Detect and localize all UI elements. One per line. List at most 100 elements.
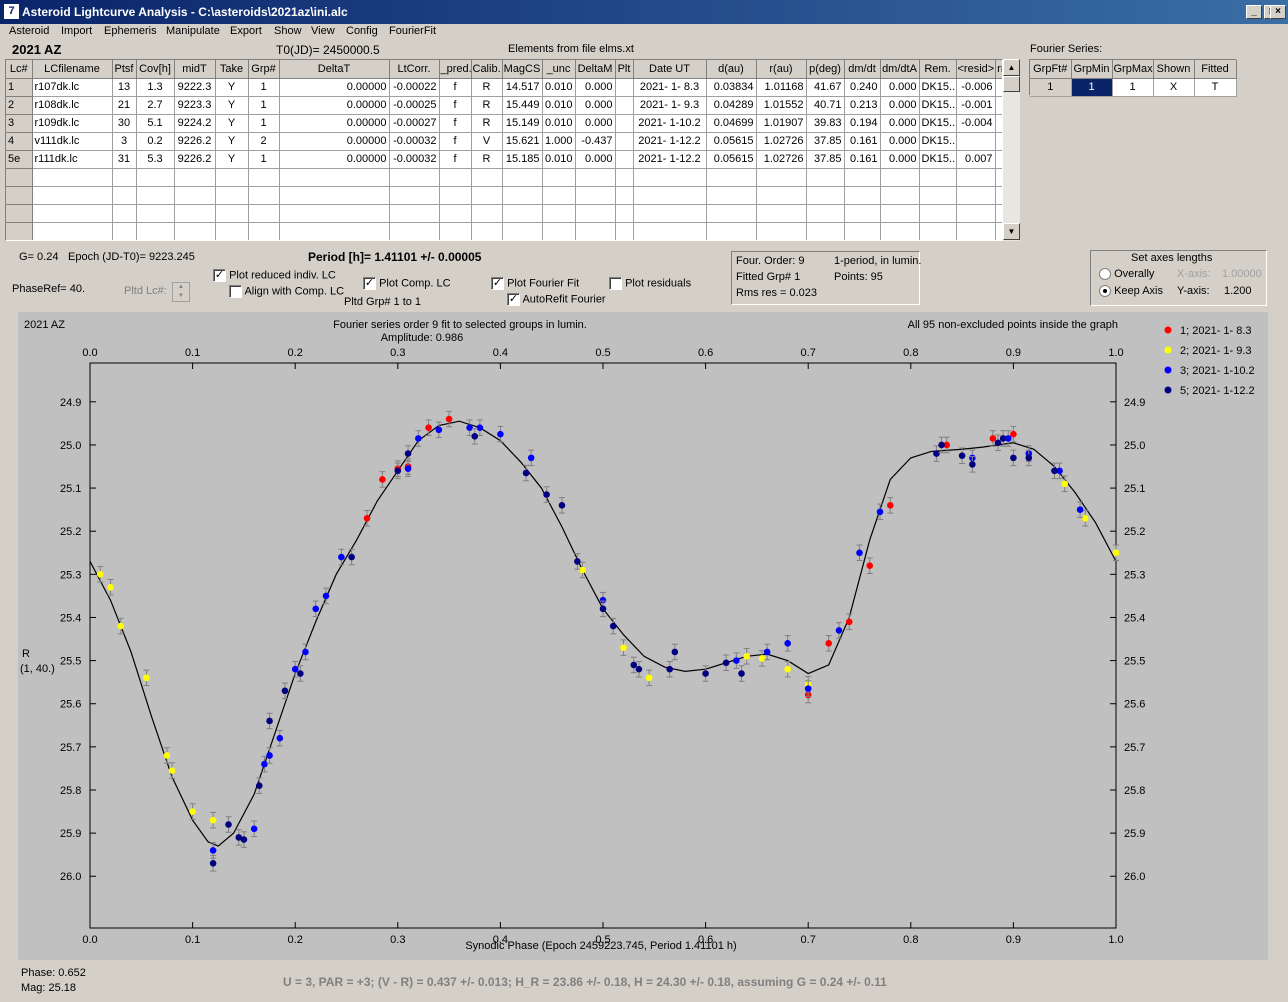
table-row[interactable] bbox=[6, 204, 1002, 223]
table-cell[interactable] bbox=[615, 96, 634, 115]
table-cell[interactable]: 0.161 bbox=[844, 150, 881, 169]
table-cell[interactable]: Y bbox=[215, 114, 249, 133]
table-cell[interactable]: -0.00025 bbox=[389, 96, 440, 115]
table-cell[interactable]: -0.437 bbox=[575, 132, 616, 151]
table-row[interactable]: 3 r109dk.lc 30 5.1 9224.2 Y 1 0.00000 -0.00027 f R… bbox=[6, 114, 1002, 133]
table-cell[interactable]: 41.67 bbox=[806, 78, 845, 97]
table-cell[interactable] bbox=[756, 222, 807, 240]
table-cell[interactable] bbox=[215, 222, 249, 240]
table-cell[interactable]: 0.00000 bbox=[279, 78, 390, 97]
table-cell[interactable]: R bbox=[471, 78, 503, 97]
table-cell[interactable]: 0.05615 bbox=[706, 132, 757, 151]
keep-axis-radio[interactable] bbox=[1099, 285, 1111, 298]
table-cell[interactable] bbox=[633, 222, 707, 240]
fourier-column-header[interactable]: Shown bbox=[1153, 60, 1195, 79]
table-cell[interactable]: 40.71 bbox=[806, 96, 845, 115]
table-cell[interactable]: 15.185 bbox=[502, 150, 543, 169]
table-cell[interactable] bbox=[112, 186, 137, 205]
table-cell[interactable] bbox=[575, 204, 616, 223]
table-cell[interactable] bbox=[706, 204, 757, 223]
table-cell[interactable]: V bbox=[471, 132, 503, 151]
column-header[interactable]: Calib. bbox=[471, 60, 503, 79]
table-cell[interactable] bbox=[32, 222, 113, 240]
table-cell[interactable] bbox=[248, 222, 280, 240]
table-cell[interactable]: DK15.. bbox=[919, 114, 957, 133]
table-cell[interactable] bbox=[756, 168, 807, 187]
plot-fourier-option[interactable]: ✓ Plot Fourier Fit bbox=[491, 277, 579, 290]
table-cell[interactable]: f bbox=[439, 132, 472, 151]
table-cell[interactable] bbox=[471, 204, 503, 223]
column-header[interactable]: p(deg) bbox=[806, 60, 845, 79]
table-cell[interactable] bbox=[248, 204, 280, 223]
table-cell[interactable] bbox=[844, 186, 881, 205]
table-cell[interactable] bbox=[136, 204, 175, 223]
table-cell[interactable]: f bbox=[439, 96, 472, 115]
table-cell[interactable]: 9224.2 bbox=[174, 114, 216, 133]
table-cell[interactable] bbox=[471, 186, 503, 205]
table-cell[interactable]: 0.000 bbox=[575, 150, 616, 169]
column-header[interactable]: _unc bbox=[542, 60, 576, 79]
fourier-cell[interactable]: T bbox=[1194, 78, 1237, 97]
table-cell[interactable] bbox=[32, 168, 113, 187]
fourier-column-header[interactable]: GrpFt# bbox=[1030, 60, 1072, 79]
column-header[interactable]: DeltaT bbox=[279, 60, 390, 79]
table-cell[interactable] bbox=[279, 168, 390, 187]
table-cell[interactable] bbox=[136, 168, 175, 187]
table-cell[interactable]: 0.000 bbox=[880, 150, 920, 169]
table-row[interactable]: 5e r111dk.lc 31 5.3 9226.2 Y 1 0.00000 -0.00032 f… bbox=[6, 150, 1002, 169]
table-cell[interactable] bbox=[995, 132, 1002, 151]
table-cell[interactable]: Y bbox=[215, 132, 249, 151]
table-cell[interactable]: 37.85 bbox=[806, 150, 845, 169]
column-header[interactable]: rms res bbox=[995, 60, 1002, 79]
table-cell[interactable] bbox=[136, 186, 175, 205]
table-cell[interactable]: -0.00022 bbox=[389, 78, 440, 97]
table-cell[interactable]: 0.000 bbox=[880, 114, 920, 133]
table-cell[interactable]: 1 bbox=[248, 78, 280, 97]
table-row[interactable]: 2 r108dk.lc 21 2.7 9223.3 Y 1 0.00000 -0.00025 f R… bbox=[6, 96, 1002, 115]
column-header[interactable]: d(au) bbox=[706, 60, 757, 79]
table-cell[interactable] bbox=[112, 204, 137, 223]
table-cell[interactable]: 1.02726 bbox=[756, 132, 807, 151]
table-cell[interactable]: 9222.3 bbox=[174, 78, 216, 97]
table-cell[interactable]: 14.517 bbox=[502, 78, 543, 97]
table-cell[interactable] bbox=[112, 222, 137, 240]
table-cell[interactable]: 1.01907 bbox=[756, 114, 807, 133]
table-cell[interactable] bbox=[995, 222, 1002, 240]
table-cell[interactable] bbox=[633, 186, 707, 205]
table-cell[interactable] bbox=[542, 168, 576, 187]
table-cell[interactable]: 0.2 bbox=[136, 132, 175, 151]
lightcurve-plot[interactable]: 0.0 0.0 0.1 0.1 0.2 0.2 0.3 0.3 0.4 0.4 0.5 0.5 0.6 0… bbox=[18, 312, 1268, 960]
table-cell[interactable] bbox=[215, 186, 249, 205]
table-cell[interactable] bbox=[806, 186, 845, 205]
table-cell[interactable]: 0.00000 bbox=[279, 114, 390, 133]
table-cell[interactable]: 0.000 bbox=[880, 96, 920, 115]
table-cell[interactable] bbox=[439, 222, 472, 240]
table-cell[interactable]: r111dk.lc bbox=[32, 150, 113, 169]
overally-option[interactable]: Overally bbox=[1099, 268, 1154, 281]
table-cell[interactable]: 0.015 bbox=[995, 96, 1002, 115]
table-cell[interactable] bbox=[389, 222, 440, 240]
table-cell[interactable] bbox=[439, 168, 472, 187]
autorefit-checkbox[interactable]: ✓ bbox=[507, 293, 520, 306]
table-cell[interactable] bbox=[542, 222, 576, 240]
row-number-cell[interactable]: 5e bbox=[6, 150, 33, 169]
table-cell[interactable]: DK15.. bbox=[919, 78, 957, 97]
table-cell[interactable] bbox=[633, 204, 707, 223]
row-number-cell[interactable]: 1 bbox=[6, 78, 33, 97]
column-header[interactable]: dm/dt bbox=[844, 60, 881, 79]
column-header[interactable]: Cov[h] bbox=[136, 60, 175, 79]
table-cell[interactable]: 1.000 bbox=[542, 132, 576, 151]
y-axis-value[interactable]: 1.200 bbox=[1224, 285, 1252, 297]
table-cell[interactable]: 2021- 1-10.2 bbox=[633, 114, 707, 133]
table-cell[interactable]: 2021- 1- 8.3 bbox=[633, 78, 707, 97]
table-cell[interactable]: 39.83 bbox=[806, 114, 845, 133]
table-cell[interactable]: 0.04289 bbox=[706, 96, 757, 115]
column-header[interactable]: <resid> bbox=[956, 60, 996, 79]
table-cell[interactable] bbox=[880, 222, 920, 240]
table-cell[interactable] bbox=[956, 186, 996, 205]
row-number-cell[interactable]: 4 bbox=[6, 132, 33, 151]
table-cell[interactable]: f bbox=[439, 114, 472, 133]
menu-view[interactable]: View bbox=[311, 25, 335, 37]
table-cell[interactable]: r109dk.lc bbox=[32, 114, 113, 133]
table-cell[interactable] bbox=[174, 168, 216, 187]
